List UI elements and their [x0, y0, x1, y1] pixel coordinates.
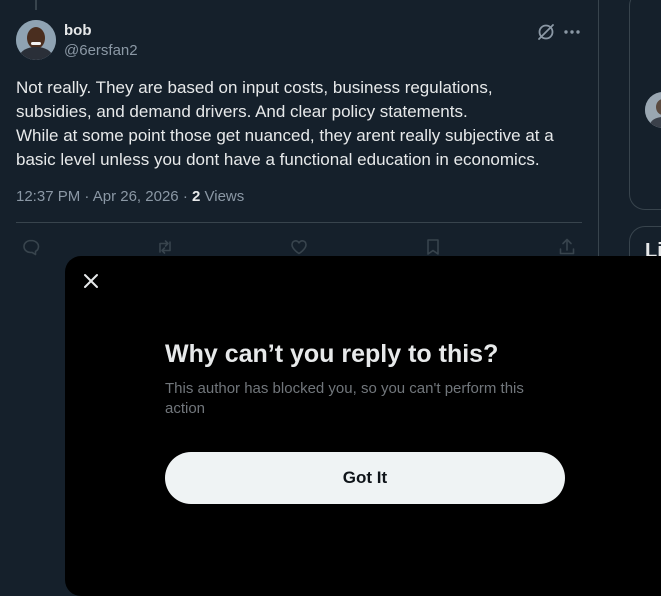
meta-separator: ·: [84, 188, 90, 205]
author-display-name[interactable]: bob: [64, 22, 92, 39]
views-label: Views: [204, 188, 245, 205]
thread-connector-line: [35, 0, 37, 10]
reply-icon[interactable]: [21, 237, 41, 257]
author-handle[interactable]: @6ersfan2: [64, 42, 138, 59]
avatar[interactable]: [16, 20, 56, 60]
meta-separator: ·: [182, 188, 188, 205]
tweet-date[interactable]: Apr 26, 2026: [93, 188, 179, 205]
divider: [16, 222, 582, 223]
tweet-text: Not really. They are based on input cost…: [16, 76, 582, 172]
tweet-text-line: While at some point those get nuanced, t…: [16, 126, 554, 145]
tweet-text-line: subsidies, and demand drivers. And clear…: [16, 102, 468, 121]
tweet-time[interactable]: 12:37 PM: [16, 188, 80, 205]
more-icon[interactable]: [562, 22, 582, 42]
dialog-description: This author has blocked you, so you can'…: [165, 380, 524, 417]
dialog-title: Why can’t you reply to this?: [165, 340, 499, 368]
close-icon: [84, 274, 98, 288]
tweet-text-line: basic level unless you dont have a funct…: [16, 150, 540, 169]
page: bob @6ersfan2 Not really. They are based…: [0, 0, 661, 596]
close-button[interactable]: [78, 268, 104, 294]
tweet-meta: 12:37 PM · Apr 26, 2026 · 2 Views: [16, 188, 244, 205]
tweet-article: bob @6ersfan2 Not really. They are based…: [0, 0, 599, 272]
got-it-button[interactable]: Got It: [165, 452, 565, 504]
tweet-text-line: Not really. They are based on input cost…: [16, 78, 493, 97]
views-count: 2: [191, 188, 201, 205]
retweet-icon[interactable]: [155, 237, 175, 257]
like-icon[interactable]: [289, 237, 309, 257]
blocked-reply-dialog: Why can’t you reply to this? This author…: [65, 256, 661, 596]
share-icon[interactable]: [557, 237, 577, 257]
bookmark-icon[interactable]: [423, 237, 443, 257]
grok-icon[interactable]: [536, 22, 556, 42]
